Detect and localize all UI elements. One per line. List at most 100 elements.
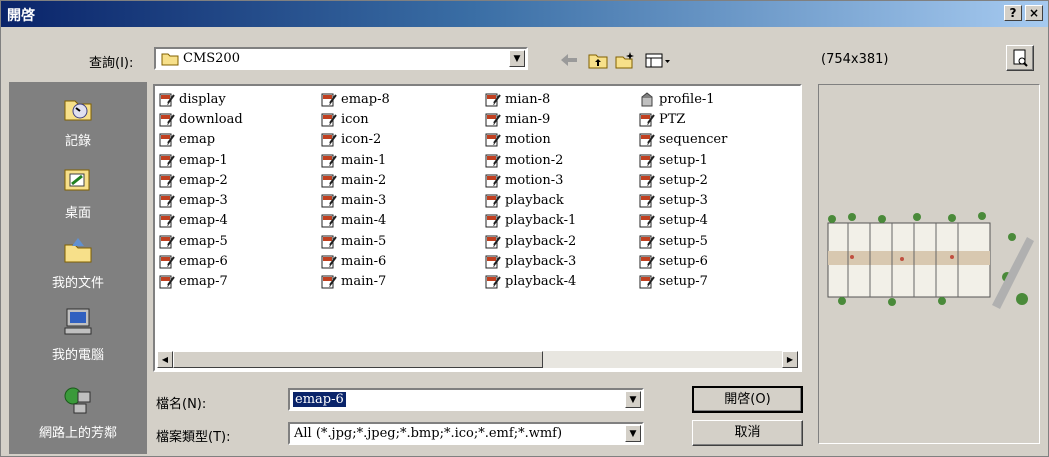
preview-icon — [1013, 49, 1028, 67]
preview-pane — [818, 84, 1040, 444]
file-item[interactable]: setup-7 — [639, 272, 727, 292]
file-item[interactable]: main-4 — [321, 211, 390, 231]
file-item[interactable]: setup-6 — [639, 251, 727, 271]
file-item[interactable]: emap-6 — [159, 251, 243, 271]
title-bar[interactable]: 開啓 ? × — [1, 1, 1048, 27]
file-item[interactable]: emap-2 — [159, 170, 243, 190]
file-item[interactable]: icon-2 — [321, 130, 390, 150]
place-desktop[interactable]: 桌面 — [9, 164, 147, 221]
file-item[interactable]: main-6 — [321, 251, 390, 271]
filetype-combo[interactable]: All (*.jpg;*.jpeg;*.bmp;*.ico;*.emf;*.wm… — [288, 422, 644, 445]
place-history[interactable]: 記錄 — [9, 92, 147, 149]
file-item[interactable]: motion-2 — [485, 150, 576, 170]
file-item[interactable]: display — [159, 89, 243, 109]
file-name: playback-2 — [505, 233, 577, 249]
file-item[interactable]: download — [159, 109, 243, 129]
file-item[interactable]: main-5 — [321, 231, 390, 251]
file-item[interactable]: emap-1 — [159, 150, 243, 170]
places-bar: 記錄 桌面 我的文件 我的電腦 網路上的芳鄰 — [9, 82, 147, 454]
file-name: download — [179, 111, 243, 127]
back-icon[interactable] — [558, 50, 580, 70]
file-icon — [639, 113, 655, 127]
cancel-button[interactable]: 取消 — [692, 420, 803, 446]
file-item[interactable]: emap — [159, 130, 243, 150]
file-item[interactable]: main-2 — [321, 170, 390, 190]
file-item[interactable]: main-7 — [321, 272, 390, 292]
file-icon — [159, 235, 175, 249]
file-item[interactable]: playback — [485, 190, 576, 210]
file-item[interactable]: mian-9 — [485, 109, 576, 129]
file-item[interactable]: setup-1 — [639, 150, 727, 170]
help-button[interactable]: ? — [1004, 5, 1022, 21]
up-folder-icon[interactable] — [587, 50, 609, 70]
file-item[interactable]: motion — [485, 130, 576, 150]
open-button[interactable]: 開啓(O) — [692, 386, 803, 413]
place-my-documents[interactable]: 我的文件 — [9, 234, 147, 291]
preview-toggle-button[interactable] — [1006, 45, 1034, 71]
file-name: emap-2 — [179, 172, 228, 188]
chevron-down-icon[interactable]: ▼ — [509, 50, 525, 67]
file-name: setup-2 — [659, 172, 708, 188]
file-name: display — [179, 91, 226, 107]
file-item[interactable]: main-3 — [321, 190, 390, 210]
file-icon — [321, 194, 337, 208]
file-icon — [639, 154, 655, 168]
file-item[interactable]: playback-2 — [485, 231, 576, 251]
file-item[interactable]: playback-4 — [485, 272, 576, 292]
file-item[interactable]: profile-1 — [639, 89, 727, 109]
scroll-thumb[interactable] — [173, 351, 543, 368]
place-my-computer[interactable]: 我的電腦 — [9, 306, 147, 363]
file-icon — [159, 174, 175, 188]
file-item[interactable]: emap-3 — [159, 190, 243, 210]
file-column: mian-8 mian-9 motion motion-2 motion-3 playba… — [485, 89, 576, 292]
new-folder-icon[interactable] — [614, 50, 636, 70]
file-name: mian-9 — [505, 111, 551, 127]
file-icon — [639, 214, 655, 228]
scroll-right-button[interactable]: ▶ — [782, 351, 798, 368]
file-item[interactable]: PTZ — [639, 109, 727, 129]
file-item[interactable]: setup-4 — [639, 211, 727, 231]
file-list[interactable]: display download emap emap-1 emap-2 emap-3 ema… — [153, 84, 802, 372]
file-column: emap-8 icon icon-2 main-1 main-2 main-3 main-4… — [321, 89, 390, 292]
file-item[interactable]: setup-5 — [639, 231, 727, 251]
file-item[interactable]: emap-7 — [159, 272, 243, 292]
scroll-left-button[interactable]: ◀ — [157, 351, 173, 368]
file-item[interactable]: emap-8 — [321, 89, 390, 109]
place-network[interactable]: 網路上的芳鄰 — [9, 384, 147, 441]
file-item[interactable]: main-1 — [321, 150, 390, 170]
file-icon — [639, 235, 655, 249]
file-item[interactable]: playback-3 — [485, 251, 576, 271]
file-name: profile-1 — [659, 91, 715, 107]
chevron-down-icon[interactable]: ▼ — [625, 391, 641, 408]
file-icon — [321, 174, 337, 188]
filename-input[interactable]: emap-6 — [293, 392, 346, 407]
view-menu-icon[interactable] — [644, 50, 672, 70]
chevron-down-icon[interactable]: ▼ — [625, 425, 641, 442]
file-item[interactable]: emap-4 — [159, 211, 243, 231]
file-item[interactable]: mian-8 — [485, 89, 576, 109]
file-item[interactable]: playback-1 — [485, 211, 576, 231]
file-item[interactable]: setup-3 — [639, 190, 727, 210]
file-icon — [321, 133, 337, 147]
file-item[interactable]: emap-5 — [159, 231, 243, 251]
filename-combo[interactable]: emap-6 ▼ — [288, 388, 644, 411]
file-icon — [639, 194, 655, 208]
file-icon — [639, 275, 655, 289]
close-button[interactable]: × — [1025, 5, 1043, 21]
file-name: setup-5 — [659, 233, 708, 249]
file-icon — [485, 133, 501, 147]
file-icon — [159, 214, 175, 228]
file-column: profile-1 PTZ sequencer setup-1 setup-2 setup… — [639, 89, 727, 292]
file-icon — [641, 92, 653, 107]
file-name: setup-7 — [659, 274, 708, 290]
horizontal-scrollbar[interactable]: ◀ ▶ — [157, 351, 798, 368]
file-icon — [485, 255, 501, 269]
file-item[interactable]: motion-3 — [485, 170, 576, 190]
file-name: emap-1 — [179, 152, 228, 168]
file-item[interactable]: sequencer — [639, 130, 727, 150]
file-item[interactable]: icon — [321, 109, 390, 129]
file-icon — [485, 93, 501, 107]
look-in-combo[interactable]: CMS200 ▼ — [154, 47, 528, 70]
file-item[interactable]: setup-2 — [639, 170, 727, 190]
filetype-label: 檔案類型(T): — [156, 430, 231, 445]
